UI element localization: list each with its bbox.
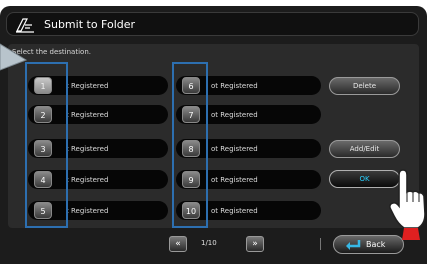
return-arrow-icon: [346, 240, 361, 250]
next-page-button[interactable]: »: [246, 236, 264, 252]
page-indicator: 1/10: [201, 239, 217, 247]
folder-submit-icon: [16, 18, 34, 33]
destination-label-9: ot Registered: [211, 176, 258, 184]
window-title: Submit to Folder: [44, 18, 136, 31]
destination-label-1: t Registered: [66, 82, 109, 90]
add-edit-button[interactable]: Add/Edit: [329, 140, 400, 158]
destination-label-7: ot Registered: [211, 111, 258, 119]
destination-label-5: t Registered: [66, 207, 109, 215]
destination-label-3: t Registered: [66, 145, 109, 153]
pointing-hand-icon: [389, 169, 426, 240]
callout-pointer: [0, 43, 28, 71]
delete-button[interactable]: Delete: [329, 77, 400, 95]
highlight-frame-left: [25, 62, 68, 228]
destination-label-8: ot Registered: [211, 145, 258, 153]
back-label: Back: [366, 240, 386, 249]
footer-divider: [320, 238, 321, 250]
destination-label-4: t Registered: [66, 176, 109, 184]
previous-page-button[interactable]: «: [169, 236, 187, 252]
highlight-frame-right: [172, 62, 208, 228]
destination-label-6: ot Registered: [211, 82, 258, 90]
destination-label-10: ot Registered: [211, 207, 258, 215]
destination-label-2: t Registered: [66, 111, 109, 119]
